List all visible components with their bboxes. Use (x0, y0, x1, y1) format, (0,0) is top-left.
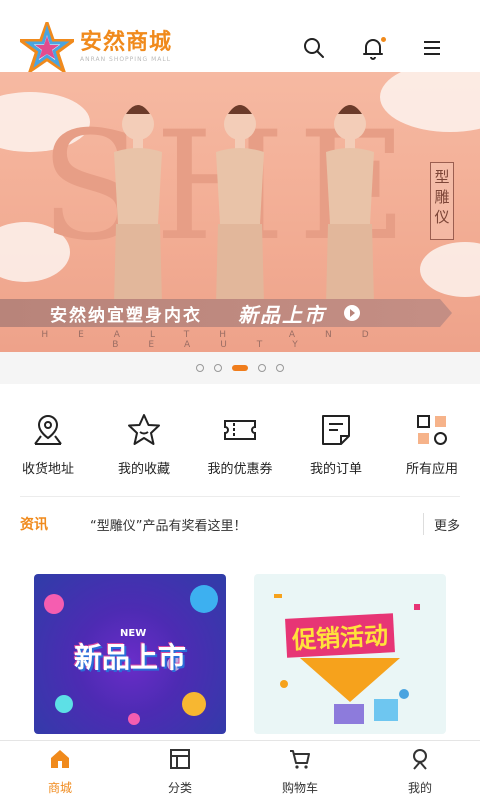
order-icon (322, 415, 350, 445)
shortcut-address[interactable]: 收货地址 (0, 384, 96, 496)
location-pin-icon (34, 414, 62, 445)
banner-vertical-tag: 型雕仪 (430, 162, 454, 240)
tab-home[interactable]: 商城 (0, 741, 120, 800)
promo-title: 新品上市 (74, 641, 187, 674)
tab-label: 分类 (167, 781, 192, 795)
news-separator (422, 513, 424, 535)
carousel-dot[interactable] (258, 364, 266, 372)
bottom-tab-bar: 商城 分类 购物车 我的 (0, 740, 480, 800)
apps-icon (417, 415, 447, 445)
banner-bar-arrow (440, 299, 452, 327)
star-logo-icon (20, 22, 74, 72)
news-more-link[interactable]: 更多 (434, 515, 460, 534)
carousel-dot-active[interactable] (232, 365, 248, 371)
carousel-indicator (0, 352, 480, 384)
play-arrow-icon[interactable] (344, 305, 360, 321)
category-icon (170, 749, 190, 769)
cart-icon (290, 750, 310, 769)
logo-subtitle: ANRAN SHOPPING MALL (80, 56, 172, 63)
banner-subtitle: HEALTH AND BEAUTY (41, 330, 399, 350)
shortcut-label: 收货地址 (21, 462, 74, 477)
section-divider (20, 496, 460, 497)
menu-icon[interactable] (420, 36, 444, 60)
promo-title: 促销活动 (285, 613, 395, 658)
news-headline[interactable]: “型雕仪”产品有奖看这里！ (90, 515, 423, 534)
model-image (216, 105, 264, 304)
home-icon (51, 750, 69, 768)
star-icon (128, 414, 160, 445)
carousel-dot[interactable] (214, 364, 222, 372)
shortcut-label: 我的收藏 (117, 462, 170, 477)
tab-category[interactable]: 分类 (120, 741, 240, 800)
promo-triangle (300, 658, 400, 702)
shortcut-all-apps[interactable]: 所有应用 (384, 384, 480, 496)
model-image (326, 105, 374, 304)
carousel-dot[interactable] (196, 364, 204, 372)
cloud-decoration (420, 242, 480, 297)
banner-caption-bar: 安然纳宜塑身内衣 新品上市 (0, 299, 440, 327)
coupon-icon (224, 420, 256, 440)
search-icon[interactable] (302, 36, 326, 60)
shortcut-orders[interactable]: 我的订单 (288, 384, 384, 496)
app-header: 安然商城 ANRAN SHOPPING MALL (0, 0, 480, 72)
tab-label: 购物车 (281, 781, 318, 795)
tab-label: 商城 (47, 781, 72, 795)
notification-button[interactable] (361, 36, 386, 60)
carousel-dot[interactable] (276, 364, 284, 372)
logo-text: 安然商城 (80, 30, 173, 55)
shortcut-grid: 收货地址 我的收藏 我的优惠券 我的订单 所有应用 (0, 384, 480, 496)
shortcut-label: 所有应用 (405, 462, 458, 477)
promo-card-sales[interactable]: 促销活动 (254, 574, 446, 734)
notification-dot (381, 37, 386, 42)
tab-label: 我的 (407, 781, 432, 795)
shortcut-favorites[interactable]: 我的收藏 (96, 384, 192, 496)
promo-banner[interactable]: SHE 型雕仪 安然纳宜塑身内衣 新品上市 HEALTH AND BEAUTY (0, 72, 480, 352)
banner-caption-right: 新品上市 (238, 302, 326, 327)
tab-cart[interactable]: 购物车 (240, 741, 360, 800)
news-tag: 资讯 (20, 517, 48, 533)
user-icon (413, 749, 427, 770)
promo-card-new-arrivals[interactable]: NEW 新品上市 (34, 574, 226, 734)
shortcut-label: 我的优惠券 (207, 462, 273, 477)
model-image (114, 105, 162, 304)
logo[interactable]: 安然商城 ANRAN SHOPPING MALL (20, 22, 172, 72)
banner-caption-left: 安然纳宜塑身内衣 (50, 305, 202, 326)
shortcut-coupons[interactable]: 我的优惠券 (192, 384, 288, 496)
tab-profile[interactable]: 我的 (360, 741, 480, 800)
shortcut-label: 我的订单 (309, 462, 362, 477)
news-ticker: 资讯 “型雕仪”产品有奖看这里！ 更多 (20, 508, 460, 540)
